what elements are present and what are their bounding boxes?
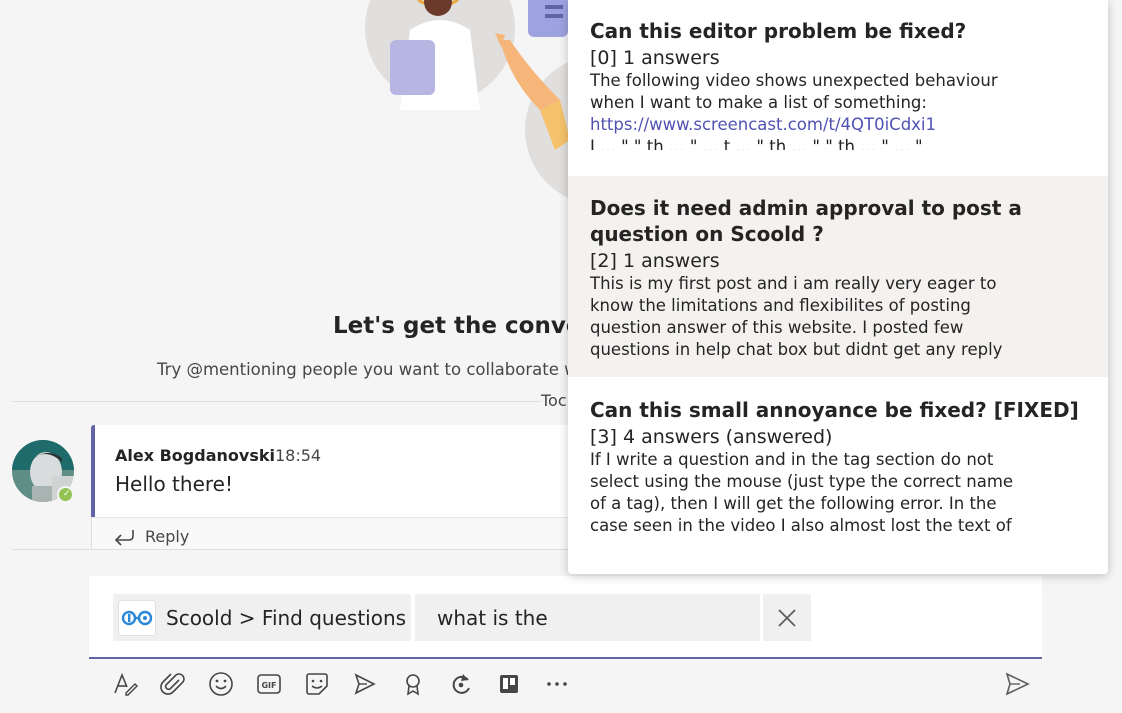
empty-state-subtitle: Try @mentioning people you want to colla… [157,360,583,379]
scoold-app-icon [118,600,156,636]
emoji-button[interactable] [205,668,237,700]
check-icon: ✓ [63,489,71,499]
result-meta: [0] 1 answers [590,47,720,69]
result-meta: [3] 4 answers (answered) [590,426,833,448]
result-description-text: The following video shows unexpected beh… [590,71,998,112]
more-icon [547,682,567,686]
trello-icon [500,675,518,693]
send-button[interactable] [1001,668,1033,700]
attach-button[interactable] [157,668,189,700]
result-meta: [2] 1 answers [590,250,720,272]
trello-button[interactable] [493,668,525,700]
sticker-icon [306,673,328,695]
format-icon [114,672,138,696]
result-description: If I write a question and in the tag sec… [590,450,1014,535]
attach-icon [160,673,185,695]
loop-icon [452,674,470,694]
empty-state-title: Let's get the conve [333,313,582,339]
result-item[interactable]: Does it need admin approval to post a qu… [568,176,1108,377]
reply-icon [114,530,134,546]
conversation-illustration [365,0,600,205]
extension-search-input[interactable] [415,594,760,641]
gif-icon: GIF [257,674,281,694]
message-time: 18:54 [275,446,322,465]
praise-icon [406,674,420,696]
result-description: This is my first post and i am really ve… [590,274,1003,359]
loop-button[interactable] [445,668,477,700]
result-description-tail: I ... " " th ... " ... t ... " th ... " … [590,137,923,150]
result-item[interactable]: Can this small annoyance be fixed? [FIXE… [568,377,1108,574]
close-icon [778,608,796,627]
praise-button[interactable] [397,668,429,700]
reply-button[interactable]: Reply [145,527,189,546]
clear-search-button[interactable] [763,594,811,641]
result-item[interactable]: Can this editor problem be fixed? [0] 1 … [568,0,1108,176]
gif-button[interactable]: GIF [253,668,285,700]
send-icon [1005,672,1030,696]
svg-text:GIF: GIF [261,681,276,690]
message-card[interactable] [91,425,595,517]
date-divider-label: Toc [541,391,571,410]
result-title: Can this small annoyance be fixed? [FIXE… [590,398,1079,422]
emoji-icon [209,672,233,696]
message-text: Hello there! [115,472,233,496]
result-link[interactable]: https://www.screencast.com/t/4QT0iCdxi1 [590,114,1015,136]
extension-breadcrumb: Scoold > Find questions [166,606,407,630]
result-description: The following video shows unexpected beh… [590,70,1015,150]
result-title: Can this editor problem be fixed? [590,19,967,43]
message-author: Alex Bogdanovski [115,446,275,465]
more-options-button[interactable] [541,668,573,700]
result-title: Does it need admin approval to post a qu… [590,196,1022,246]
sticker-button[interactable] [301,668,333,700]
format-button[interactable] [109,668,141,700]
meet-icon [354,673,376,695]
search-results-popup: Can this editor problem be fixed? [0] 1 … [568,0,1108,574]
presence-available-badge: ✓ [57,486,74,503]
meet-now-button[interactable] [349,668,381,700]
